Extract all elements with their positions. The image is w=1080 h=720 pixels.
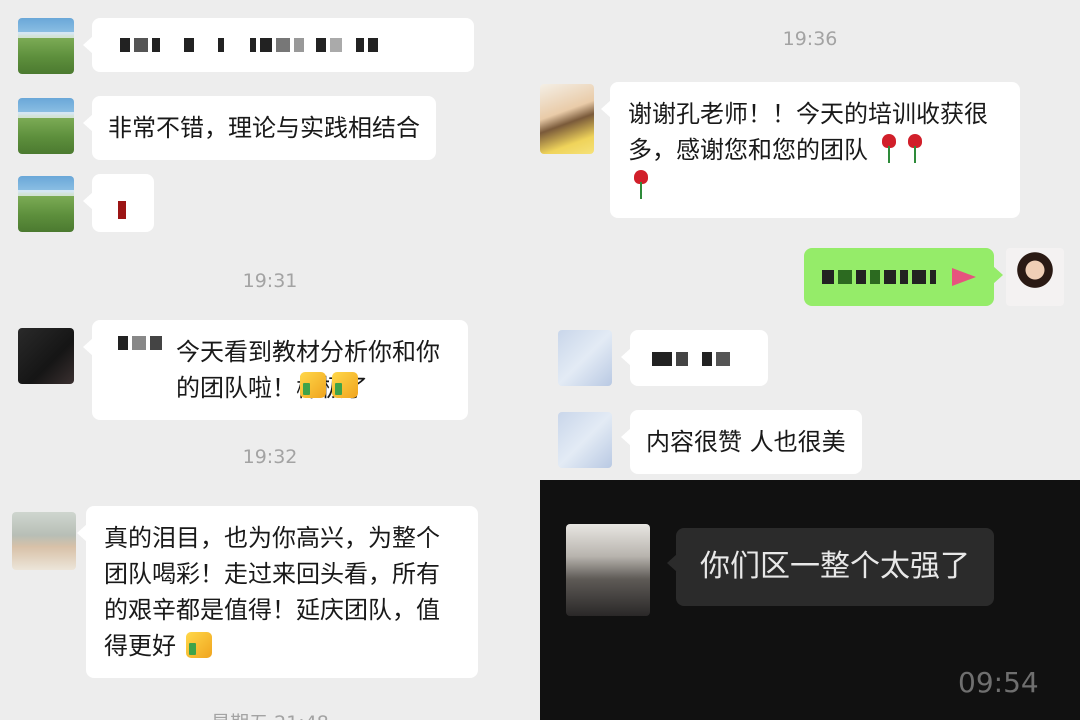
avatar[interactable] <box>18 98 74 154</box>
timestamp: 19:36 <box>782 28 838 50</box>
message-text: 谢谢孔老师！！今天的培训收获很多，感谢您和您的团队 <box>628 100 988 164</box>
message-text: 真的泪目，也为你高兴，为整个团队喝彩！走过来回头看，所有的艰辛都是值得！延庆团队… <box>104 524 440 660</box>
redacted-emoji <box>118 201 126 219</box>
timestamp: 19:31 <box>242 270 298 292</box>
message-bubble[interactable] <box>83 174 154 232</box>
thumbs-up-icon <box>185 632 212 658</box>
message-bubble[interactable]: 谢谢孔老师！！今天的培训收获很多，感谢您和您的团队 <box>601 82 1020 218</box>
thumbs-up-icon <box>300 372 326 398</box>
avatar[interactable] <box>558 330 612 386</box>
redacted-text <box>120 36 378 54</box>
avatar[interactable] <box>566 524 650 616</box>
avatar[interactable] <box>18 176 74 232</box>
message-bubble[interactable]: 内容很赞 人也很美 <box>621 410 862 474</box>
avatar[interactable] <box>12 512 76 570</box>
chat-panel-left: 非常不错，理论与实践相结合 19:31 今天看到教材分析你和你的团队啦！棒极了 … <box>0 0 540 720</box>
timestamp: 09:54 <box>958 666 1039 699</box>
message-bubble[interactable]: 非常不错，理论与实践相结合 <box>83 96 436 160</box>
message-bubble[interactable]: 真的泪目，也为你高兴，为整个团队喝彩！走过来回头看，所有的艰辛都是值得！延庆团队… <box>77 506 478 678</box>
message-bubble[interactable] <box>621 330 768 386</box>
rose-icon <box>630 170 652 200</box>
message-text: 非常不错，理论与实践相结合 <box>108 114 420 142</box>
message-bubble[interactable]: 你们区一整个太强了 <box>667 528 994 606</box>
message-text: 内容很赞 人也很美 <box>646 428 846 456</box>
rose-icon <box>878 134 900 164</box>
avatar[interactable] <box>558 412 612 468</box>
chat-panel-right-top: 19:36 谢谢孔老师！！今天的培训收获很多，感谢您和您的团队 内容很赞 人也很… <box>540 0 1080 480</box>
avatar[interactable] <box>540 84 594 154</box>
redacted-text <box>652 350 730 368</box>
redacted-text <box>822 268 976 286</box>
chat-panel-right-bottom: 你们区一整个太强了 09:54 <box>540 480 1080 720</box>
timestamp: 星期五 21:48 <box>0 708 540 720</box>
rose-icon <box>904 134 926 164</box>
message-bubble[interactable]: 今天看到教材分析你和你的团队啦！棒极了 <box>83 320 468 420</box>
timestamp: 19:32 <box>242 446 298 468</box>
message-bubble-sent[interactable] <box>804 248 1003 306</box>
heart-icon <box>952 268 976 286</box>
thumbs-up-icon <box>332 372 358 398</box>
avatar[interactable] <box>18 18 74 74</box>
redacted-name <box>108 334 176 352</box>
avatar-self[interactable] <box>1006 248 1064 306</box>
message-text: 你们区一整个太强了 <box>700 549 970 584</box>
message-bubble[interactable] <box>83 18 474 72</box>
avatar[interactable] <box>18 328 74 384</box>
